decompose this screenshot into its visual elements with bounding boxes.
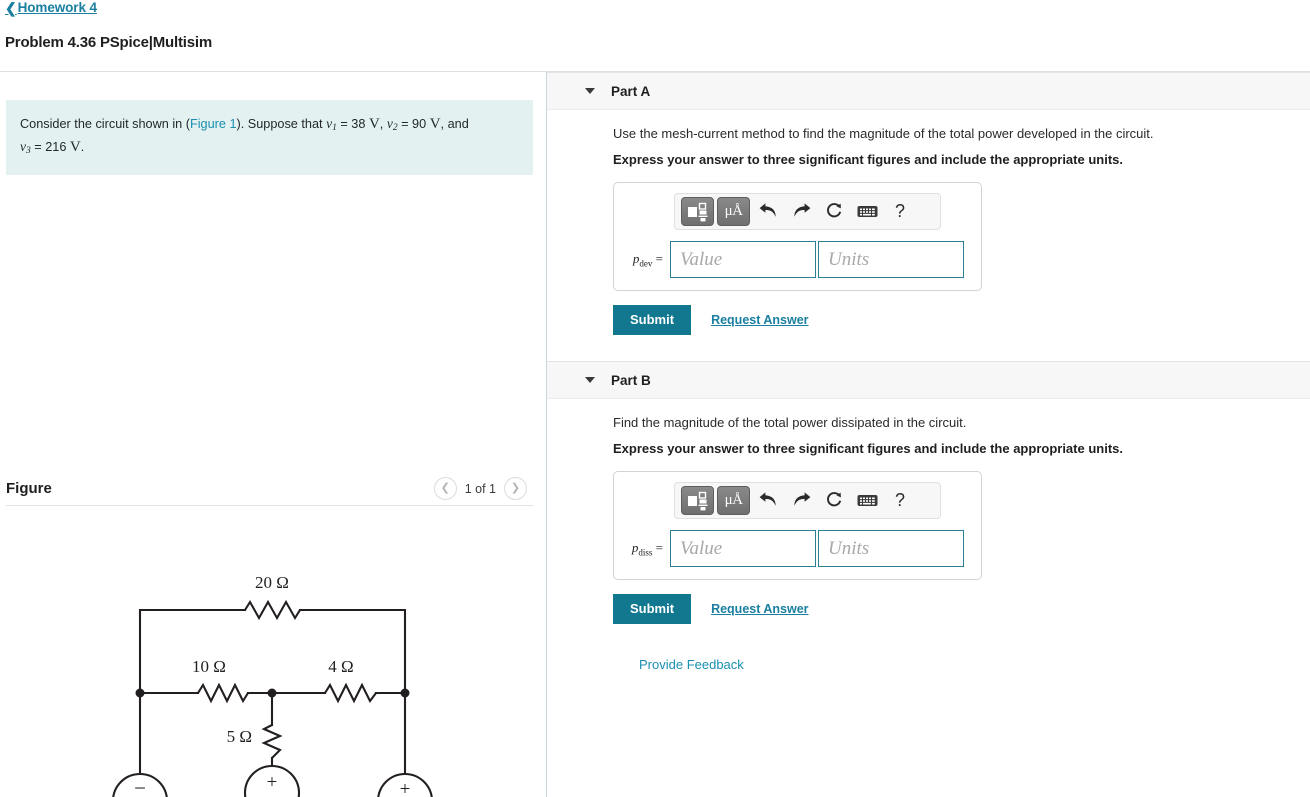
part-a-body: Use the mesh-current method to find the … [547,126,1310,335]
part-a-equals: = [655,250,663,266]
problem-statement: Consider the circuit shown in (Figure 1)… [6,100,533,175]
part-a-units-input[interactable]: Units [818,241,964,278]
part-a-submit-button[interactable]: Submit [613,305,692,335]
undo-arrow-icon[interactable] [753,197,783,226]
part-a-value-input[interactable]: Value [670,241,816,278]
circuit-diagram: 20 Ω 10 Ω 4 Ω 5 Ω 30 Ω 2 Ω [0,520,546,797]
problem-period: . [80,140,85,155]
v3-plus-sign: + [400,779,411,797]
voltage-source-v2: + − v2 [243,764,301,797]
part-b-instruction: Express your answer to three significant… [613,441,1123,456]
part-b-answer-subscript: diss [638,547,653,558]
part-b-value-input[interactable]: Value [670,530,816,567]
breadcrumb-homework-link[interactable]: ❮ Homework 4 [5,0,97,15]
part-b-answer-row: pdiss = Value Units [624,530,971,567]
resistor-10-ohm-label: 10 Ω [192,657,226,676]
v2-plus-sign: + [267,772,278,793]
part-a-answer-row: pdev = Value Units [624,241,971,278]
reset-circular-arrow-icon[interactable] [819,197,849,226]
keyboard-icon[interactable] [852,486,882,515]
left-panel: Consider the circuit shown in (Figure 1)… [0,72,546,797]
keyboard-icon[interactable] [852,197,882,226]
resistor-20-ohm-symbol [244,599,301,621]
part-b-body: Find the magnitude of the total power di… [547,415,1310,674]
part-b-answer-box: μÅ ? pdiss = Value Units [613,471,982,580]
problem-sep-2: , and [440,117,469,131]
units-button[interactable]: μÅ [717,197,750,226]
problem-text-1: Consider the circuit shown in ( [20,117,190,131]
voltage-source-v3: + − v3 [377,772,433,797]
part-a-answer-label: pdev = [624,251,670,269]
part-b-units-input[interactable]: Units [818,530,964,567]
part-b-answer-label: pdiss = [624,540,670,558]
problem-sep-1: , [379,117,387,131]
part-b-question: Find the magnitude of the total power di… [613,415,967,430]
figure-1-link[interactable]: Figure 1 [190,117,237,131]
part-a-toolbar: μÅ ? [674,193,941,230]
provide-feedback-link[interactable]: Provide Feedback [639,657,744,672]
help-button[interactable]: ? [885,197,915,226]
problem-text-2: ). Suppose that [236,117,327,131]
v1-unit: V [368,116,380,132]
part-b-equals: = [655,539,663,555]
undo-arrow-icon[interactable] [753,486,783,515]
v1-minus-sign: − [134,776,146,797]
part-a-header[interactable]: Part A [547,72,1310,110]
junction-dot [135,688,145,698]
v3-value: = 216 [30,140,67,155]
figure-header: Figure ❮ 1 of 1 ❯ [6,474,533,518]
part-b-header[interactable]: Part B [547,361,1310,399]
chevron-left-icon: ❮ [440,482,450,494]
right-panel: Part A Use the mesh-current method to fi… [547,72,1310,797]
voltage-source-v1: − + v1 [112,772,168,797]
breadcrumb-label: Homework 4 [17,0,97,15]
page-title: Problem 4.36 PSpice|Multisim [5,34,213,51]
caret-down-icon[interactable] [585,88,595,94]
resistor-4-ohm-label: 4 Ω [328,657,353,676]
figure-divider [6,505,533,506]
units-button[interactable]: μÅ [717,486,750,515]
figure-prev-button[interactable]: ❮ [433,477,457,500]
resistor-4-ohm-symbol [324,682,377,704]
v2-value: = 90 [397,117,427,131]
resistor-10-ohm-symbol [197,682,249,704]
v3-unit: V [69,139,81,156]
reset-circular-arrow-icon[interactable] [819,486,849,515]
part-b-request-answer-link[interactable]: Request Answer [711,602,808,616]
part-a-instruction: Express your answer to three significant… [613,152,1123,167]
part-b-submit-button[interactable]: Submit [613,594,692,624]
part-a-answer-subscript: dev [639,258,653,269]
resistor-5-ohm-label: 5 Ω [227,727,252,746]
chevron-left-icon: ❮ [5,0,17,16]
part-a-actions: Submit Request Answer [613,305,1310,335]
junction-dot [267,688,277,698]
page-root: ❮ Homework 4 Problem 4.36 PSpice|Multisi… [0,0,1310,797]
part-a-answer-box: μÅ ? pdev = Value Units [613,182,982,291]
part-a-title: Part A [611,83,651,99]
help-button[interactable]: ? [885,486,915,515]
resistor-20-ohm-label: 20 Ω [255,573,289,592]
chevron-right-icon: ❯ [510,482,521,494]
math-template-icon[interactable] [681,197,714,226]
figure-pager: ❮ 1 of 1 ❯ [433,477,527,500]
part-a-request-answer-link[interactable]: Request Answer [711,313,808,327]
part-b-toolbar: μÅ ? [674,482,941,519]
v1-value: = 38 [336,117,366,131]
resistor-5-ohm-symbol [261,724,283,759]
caret-down-icon[interactable] [585,377,595,383]
part-b-title: Part B [611,372,651,388]
redo-arrow-icon[interactable] [786,486,816,515]
math-template-icon[interactable] [681,486,714,515]
v2-unit: V [429,116,441,132]
part-b-actions: Submit Request Answer [613,594,1310,624]
figure-label: Figure [6,480,52,497]
redo-arrow-icon[interactable] [786,197,816,226]
figure-page-count: 1 of 1 [464,481,496,496]
junction-dot [400,688,410,698]
part-a-question: Use the mesh-current method to find the … [613,126,1154,141]
figure-next-button[interactable]: ❯ [504,477,527,500]
v2-minus-sign: − [266,791,278,797]
